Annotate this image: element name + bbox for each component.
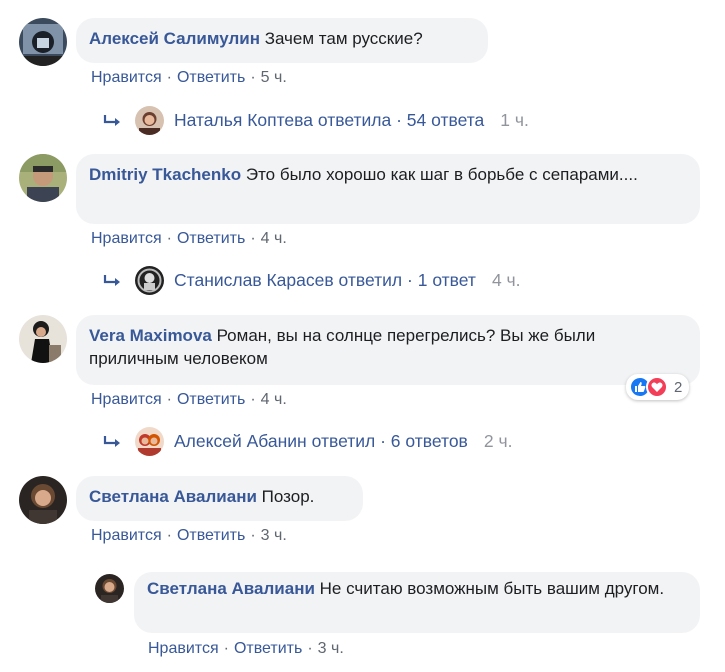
avatar[interactable] (19, 315, 67, 363)
comment-actions: Нравится · Ответить · 3 ч. (91, 527, 287, 544)
comment-author[interactable]: Алексей Салимулин (89, 29, 260, 48)
comment-actions: Нравится · Ответить · 4 ч. (91, 391, 287, 408)
comment-author[interactable]: Vera Maximova (89, 326, 212, 345)
reply-author: Наталья Коптева (174, 110, 313, 130)
comment-time[interactable]: 5 ч. (261, 69, 287, 86)
reply-link[interactable]: Ответить (234, 640, 302, 657)
reply-count: 1 ответ (417, 270, 476, 290)
reply-time: 2 ч. (483, 431, 513, 451)
like-link[interactable]: Нравится (91, 527, 162, 544)
avatar[interactable] (19, 476, 67, 524)
like-link[interactable]: Нравится (148, 640, 219, 657)
reactions-badge[interactable]: 2 (626, 374, 690, 400)
comment-time[interactable]: 3 ч. (261, 527, 287, 544)
reply-time: 4 ч. (491, 270, 521, 290)
reply-verb: ответила (317, 110, 392, 130)
comment-text: Это было хорошо как шаг в борьбе с сепар… (245, 165, 638, 184)
reply-link[interactable]: Ответить (177, 69, 245, 86)
avatar-image (19, 476, 67, 524)
replies-summary[interactable]: Станислав Карасев ответил · 1 ответ 4 ч. (103, 266, 521, 295)
reply-link[interactable]: Ответить (177, 527, 245, 544)
avatar (135, 266, 164, 295)
reply-author: Алексей Абанин (174, 431, 307, 451)
comment-time[interactable]: 4 ч. (261, 230, 287, 247)
reply-link[interactable]: Ответить (177, 391, 245, 408)
reply-author: Станислав Карасев (174, 270, 334, 290)
reply-count: 6 ответов (390, 431, 468, 451)
comment-actions: Нравится · Ответить · 5 ч. (91, 69, 287, 86)
comment-text: Зачем там русские? (264, 29, 423, 48)
avatar[interactable] (19, 18, 67, 66)
avatar (135, 106, 164, 135)
avatar-image (19, 18, 67, 66)
reply-verb: ответил (311, 431, 376, 451)
reactions-count: 2 (674, 378, 683, 396)
reply-time: 1 ч. (500, 110, 529, 130)
avatar[interactable] (19, 154, 67, 202)
comment-bubble: Dmitriy Tkachenko Это было хорошо как ша… (76, 154, 700, 224)
comment-actions: Нравится · Ответить · 4 ч. (91, 230, 287, 247)
comment-author[interactable]: Светлана Авалиани (89, 487, 257, 506)
reply-time[interactable]: 3 ч. (318, 640, 344, 657)
like-link[interactable]: Нравится (91, 391, 162, 408)
like-link[interactable]: Нравится (91, 230, 162, 247)
comment-bubble: Светлана Авалиани Позор. (76, 476, 363, 521)
reply-author[interactable]: Светлана Авалиани (147, 579, 315, 598)
reply-bubble: Светлана Авалиани Не считаю возможным бы… (134, 572, 700, 633)
reply-arrow-icon (103, 114, 120, 126)
avatar (135, 427, 164, 456)
comment-text: Позор. (261, 487, 315, 506)
like-link[interactable]: Нравится (91, 69, 162, 86)
comment-time[interactable]: 4 ч. (261, 391, 287, 408)
reply-arrow-icon (103, 274, 120, 286)
comment-author[interactable]: Dmitriy Tkachenko (89, 165, 241, 184)
replies-summary[interactable]: Алексей Абанин ответил · 6 ответов 2 ч. (103, 427, 512, 456)
comment-bubble: Vera Maximova Роман, вы на солнце перегр… (76, 315, 700, 385)
reply-text: Не считаю возможным быть вашим другом. (319, 579, 665, 598)
avatar-image (19, 154, 67, 202)
love-icon (646, 376, 668, 398)
avatar[interactable] (95, 574, 124, 603)
comment-bubble: Алексей Салимулин Зачем там русские? (76, 18, 488, 63)
replies-summary[interactable]: Наталья Коптева ответила · 54 ответа 1 ч. (103, 106, 529, 135)
avatar-image (19, 315, 67, 363)
reply-link[interactable]: Ответить (177, 230, 245, 247)
reply-verb: ответил (338, 270, 403, 290)
reply-count: 54 ответа (406, 110, 485, 130)
avatar-image (95, 574, 124, 603)
reply-arrow-icon (103, 435, 120, 447)
reply-actions: Нравится · Ответить · 3 ч. (148, 640, 344, 657)
